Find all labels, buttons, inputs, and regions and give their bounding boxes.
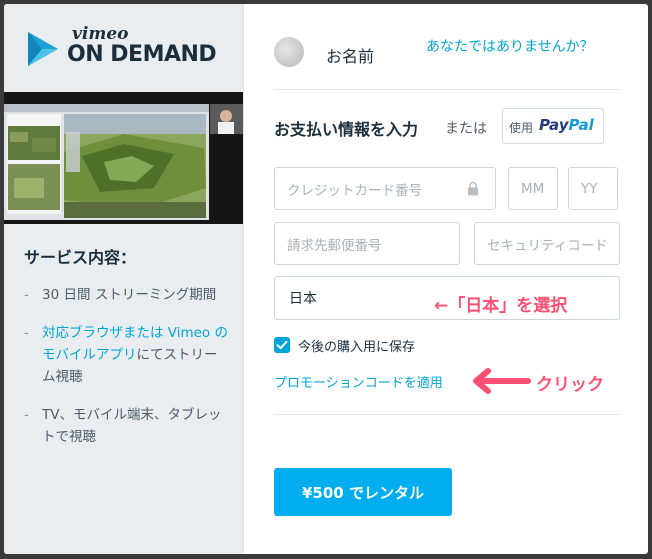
rent-button[interactable]: ¥500 でレンタル: [274, 468, 452, 516]
list-dash: -: [24, 287, 29, 303]
security-code-field[interactable]: セキュリティコード: [474, 222, 620, 265]
service-list: - 30 日間 ストリーミング期間 - 対応ブラウザまたは Vimeo のモバイ…: [24, 284, 229, 464]
paypal-use-label: 使用: [509, 121, 534, 135]
lock-icon: [468, 181, 478, 195]
user-name: お名前: [326, 47, 375, 66]
list-dash: -: [24, 407, 29, 423]
divider: [274, 414, 620, 415]
expiry-year-placeholder: YY: [581, 180, 598, 197]
service-item-devices: - TV、モバイル端末、タブレットで視聴: [24, 404, 229, 448]
country-value: 日本: [289, 291, 317, 307]
billing-zip-placeholder: 請求先郵便番号: [287, 237, 382, 254]
paypal-button[interactable]: 使用 PayPal: [502, 108, 604, 144]
logo-vimeo-text: vimeo: [72, 24, 129, 44]
not-you-link[interactable]: あなたではありませんか？: [426, 36, 594, 56]
select-japan-annotation: ←「日本」を選択: [434, 296, 568, 316]
expiry-month-field[interactable]: MM: [508, 167, 558, 210]
rental-modal: vimeo ON DEMAND サービス内容： - 30 日間 ストリーミング期…: [4, 4, 648, 554]
vimeo-on-demand-logo: vimeo ON DEMAND: [24, 24, 224, 74]
arrow-left-icon: [473, 368, 531, 394]
or-label: または: [445, 121, 487, 137]
payment-title: お支払い情報を入力: [274, 120, 419, 139]
save-checkbox[interactable]: [274, 337, 290, 353]
service-item-text: 30 日間 ストリーミング期間: [42, 287, 217, 303]
click-annotation: クリック: [536, 375, 604, 395]
video-thumbnail-image: [4, 92, 243, 224]
security-code-placeholder: セキュリティコード: [487, 237, 608, 254]
service-title: サービス内容：: [24, 248, 137, 267]
payment-panel: お名前 あなたではありませんか？ お支払い情報を入力 または 使用 PayPal…: [244, 4, 648, 554]
divider: [274, 89, 620, 90]
logo-on-demand-text: ON DEMAND: [67, 42, 217, 67]
promo-code-link[interactable]: プロモーションコードを適用: [274, 372, 443, 391]
service-item-supported-apps: - 対応ブラウザまたは Vimeo のモバイルアプリにてストリーム視聴: [24, 322, 229, 388]
paypal-logo: PayPal: [539, 116, 594, 134]
save-label: 今後の購入用に保存: [298, 340, 416, 355]
list-dash: -: [24, 325, 29, 341]
product-info-panel: vimeo ON DEMAND サービス内容： - 30 日間 ストリーミング期…: [4, 4, 244, 554]
service-item-text: TV、モバイル端末、タブレットで視聴: [42, 407, 222, 445]
service-item-streaming-period: - 30 日間 ストリーミング期間: [24, 284, 229, 306]
video-thumbnail[interactable]: [4, 92, 243, 224]
expiry-year-field[interactable]: YY: [568, 167, 618, 210]
card-number-field[interactable]: クレジットカード番号: [274, 167, 496, 210]
avatar: [274, 37, 304, 67]
expiry-month-placeholder: MM: [521, 180, 545, 197]
card-number-placeholder: クレジットカード番号: [287, 182, 422, 199]
checkmark-icon: [276, 340, 288, 350]
billing-zip-field[interactable]: 請求先郵便番号: [274, 222, 460, 265]
vimeo-play-logo-icon: [28, 32, 58, 66]
